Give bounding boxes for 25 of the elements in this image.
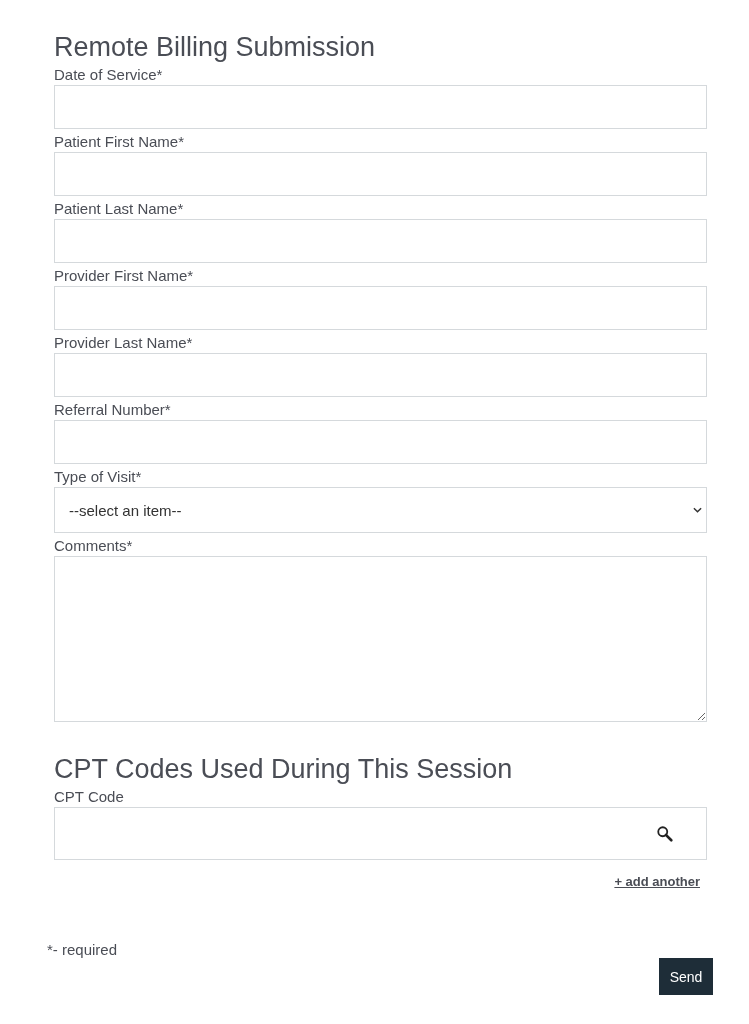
input-field[interactable]: [54, 353, 707, 397]
input-field[interactable]: [54, 152, 707, 196]
send-button[interactable]: Send: [659, 958, 713, 995]
input-field[interactable]: [54, 85, 707, 129]
section-title: CPT Codes Used During This Session: [54, 753, 514, 786]
field-label: CPT Code: [54, 787, 125, 807]
field-label: Type of Visit*: [54, 467, 143, 487]
select-field[interactable]: --select an item--: [54, 487, 707, 533]
search-icon[interactable]: [656, 824, 674, 843]
chevron-down-icon: [693, 507, 702, 513]
required-note: *- required: [47, 941, 119, 958]
field-label: Comments*: [54, 536, 134, 556]
input-field[interactable]: [54, 286, 707, 330]
add-another-link[interactable]: + add another: [614, 874, 700, 889]
input-field[interactable]: [54, 420, 707, 464]
field-label: Provider Last Name*: [54, 333, 194, 353]
field-label: Date of Service*: [54, 65, 164, 85]
field-label: Patient First Name*: [54, 132, 186, 152]
form-title: Remote Billing Submission: [54, 31, 377, 64]
field-label: Provider First Name*: [54, 266, 195, 286]
field-label: Referral Number*: [54, 400, 172, 420]
field-label: Patient Last Name*: [54, 199, 185, 219]
input-field[interactable]: [54, 219, 707, 263]
text-area[interactable]: [54, 556, 707, 722]
search-field[interactable]: [54, 807, 707, 860]
